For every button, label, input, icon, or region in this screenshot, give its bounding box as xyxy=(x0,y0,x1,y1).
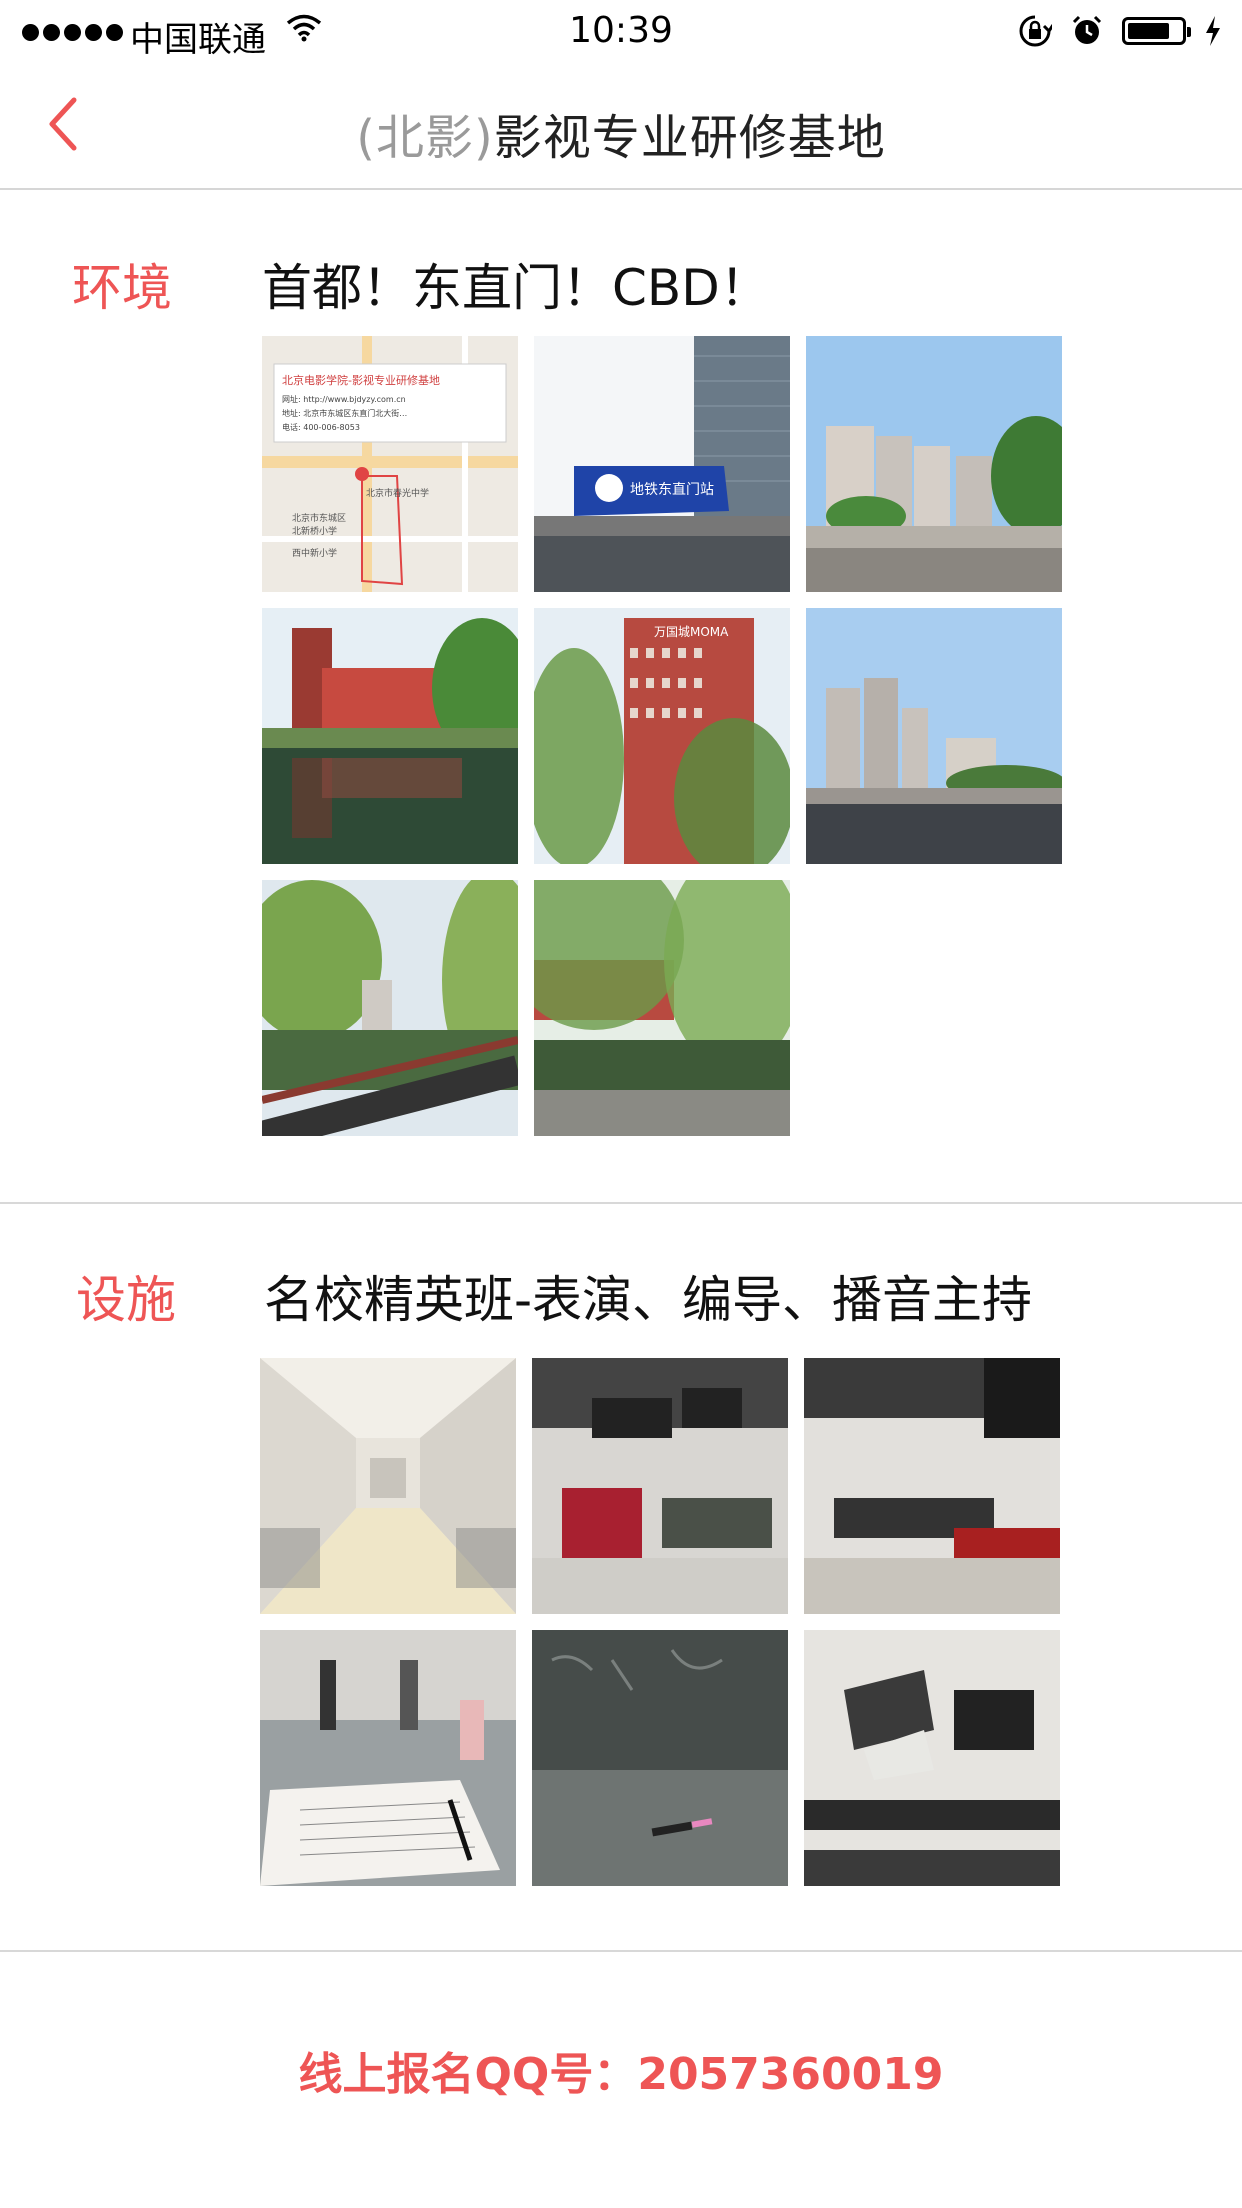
page-title-prefix: (北影) xyxy=(356,110,494,166)
status-bar: 中国联通 10:39 xyxy=(0,0,1242,68)
environment-label: 环境 xyxy=(72,259,172,317)
registration-qq-text: 线上报名QQ号：2057360019 xyxy=(298,2049,944,2100)
map-label-1: 北京市东城区 xyxy=(292,512,346,524)
map-line-1: 网址: http://www.bjdyzy.com.cn xyxy=(282,394,406,404)
alarm-icon xyxy=(1072,15,1102,44)
moma-building-photo[interactable]: 万国城MOMA xyxy=(534,608,790,864)
map-line-3: 电话: 400-006-8053 xyxy=(282,422,360,432)
environment-title: 首都！东直门！CBD！ xyxy=(262,259,770,317)
canal-reflection-photo[interactable] xyxy=(262,608,518,864)
facilities-label: 设施 xyxy=(76,1271,176,1329)
map-line-0: 北京电影学院-影视专业研修基地 xyxy=(282,373,440,387)
page-title: (北影)影视专业研修基地 xyxy=(0,98,1242,168)
battery-icon xyxy=(1122,17,1191,45)
subway-station-photo[interactable]: 地铁东直门站 xyxy=(534,336,790,592)
classroom-notes-photo[interactable] xyxy=(260,1630,516,1886)
section-divider xyxy=(0,1202,1242,1204)
stage-lights-photo[interactable] xyxy=(804,1630,1060,1886)
map-line-2: 地址: 北京市东城区东直门北大街… xyxy=(282,408,407,418)
rotation-lock-icon xyxy=(1019,15,1052,47)
status-right-icons xyxy=(1018,14,1222,48)
corridor-photo[interactable] xyxy=(260,1358,516,1614)
residential-towers-photo[interactable] xyxy=(806,336,1062,592)
studio-tv-photo[interactable] xyxy=(804,1358,1060,1614)
moma-sign-text: 万国城MOMA xyxy=(654,625,729,639)
canal-walkway-photo[interactable] xyxy=(534,880,790,1136)
navigation-bar: (北影)影视专业研修基地 xyxy=(0,68,1242,190)
willow-canal-photo[interactable] xyxy=(262,880,518,1136)
map-label-2: 北新桥小学 xyxy=(292,525,337,537)
city-road-photo[interactable] xyxy=(806,608,1062,864)
charging-bolt-icon xyxy=(1206,16,1220,46)
map-label-0: 北京市春光中学 xyxy=(366,487,429,499)
subway-sign-text: 地铁东直门站 xyxy=(630,481,714,498)
section-divider xyxy=(0,1950,1242,1952)
blackboard-photo[interactable] xyxy=(532,1630,788,1886)
map-photo[interactable]: 北京电影学院-影视专业研修基地 网址: http://www.bjdyzy.co… xyxy=(262,336,518,592)
studio-curtain-photo[interactable] xyxy=(532,1358,788,1614)
facilities-title: 名校精英班-表演、编导、播音主持 xyxy=(264,1271,1033,1329)
page-title-main: 影视专业研修基地 xyxy=(493,110,886,166)
map-label-3: 西中新小学 xyxy=(292,547,337,559)
